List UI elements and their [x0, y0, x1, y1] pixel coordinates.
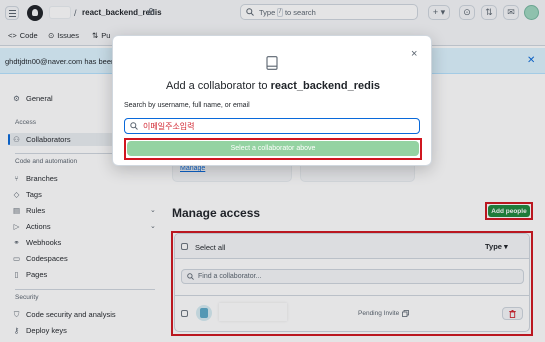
close-icon[interactable]: × — [411, 48, 417, 60]
dialog-title: Add a collaborator to react_backend_redi… — [113, 80, 433, 92]
collaborator-search-input[interactable]: 이메일주소입력 — [124, 118, 420, 134]
device-icon — [266, 56, 278, 70]
search-icon — [130, 122, 138, 130]
select-collaborator-button[interactable]: Select a collaborator above — [127, 141, 419, 156]
search-field-label: Search by username, full name, or email — [124, 102, 250, 109]
search-input-value: 이메일주소입력 — [143, 121, 195, 131]
dialog-title-prefix: Add a collaborator to — [165, 80, 268, 92]
dialog-title-repo: react_backend_redis — [270, 80, 381, 92]
add-collaborator-dialog: × Add a collaborator to react_backend_re… — [112, 35, 432, 166]
